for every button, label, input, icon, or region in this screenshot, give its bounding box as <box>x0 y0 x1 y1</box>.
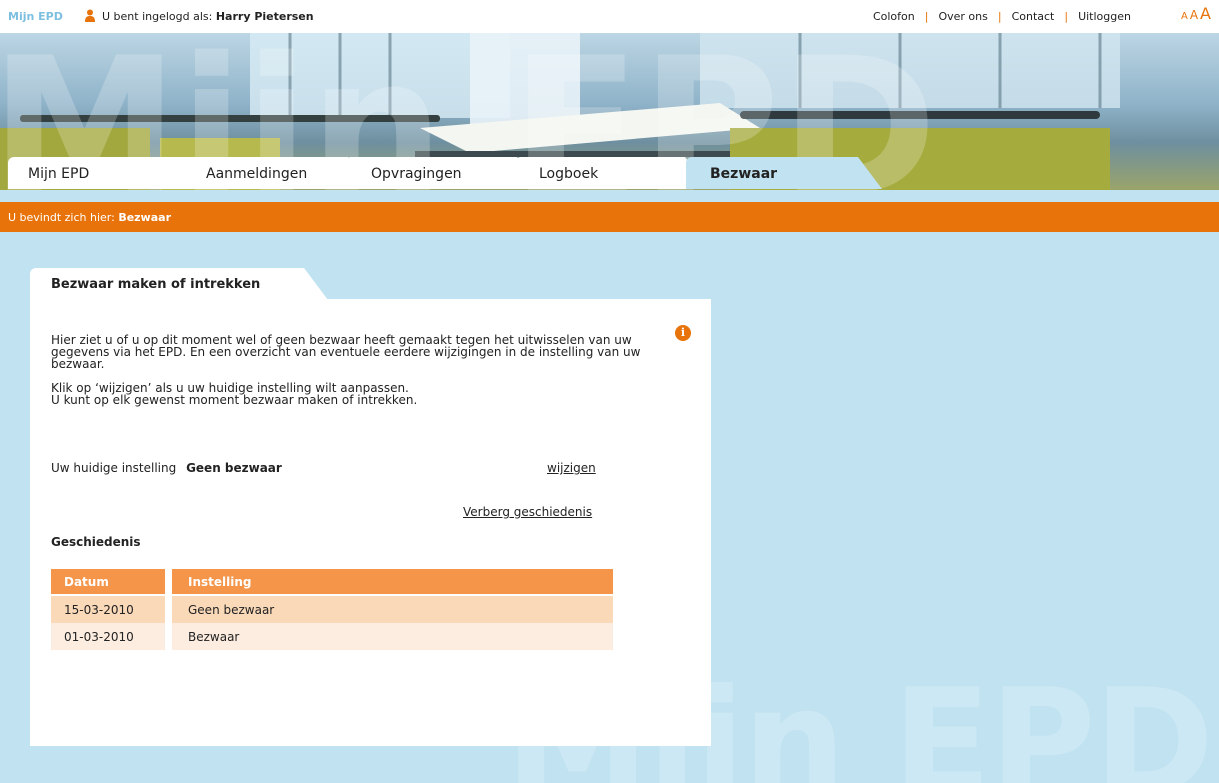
column-header-instelling: Instelling <box>172 569 613 594</box>
intro-line: U kunt op elk gewenst moment bezwaar mak… <box>51 393 418 407</box>
intro-text: Hier ziet u of u op dit moment wel of ge… <box>51 334 661 406</box>
tab-aanmeldingen[interactable]: Aanmeldingen <box>178 157 348 189</box>
user-icon <box>85 9 95 22</box>
tab-logboek[interactable]: Logboek <box>515 157 685 189</box>
breadcrumb-prefix: U bevindt zich hier: <box>8 211 115 224</box>
table-cell-setting: Bezwaar <box>172 623 613 650</box>
separator: | <box>924 10 929 23</box>
user-name: Harry Pietersen <box>215 10 314 23</box>
intro-paragraph: Klik op ‘wijzigen’ als u uw huidige inst… <box>51 382 661 406</box>
main-tabs: Mijn EPD Aanmeldingen Opvragingen Logboe… <box>0 155 1219 189</box>
info-icon[interactable]: i <box>675 325 691 341</box>
breadcrumb: U bevindt zich hier: Bezwaar <box>0 202 1219 232</box>
brand-label[interactable]: Mijn EPD <box>8 10 63 23</box>
history-table: Datum Instelling 15-03-2010 Geen bezwaar… <box>51 569 613 650</box>
link-contact[interactable]: Contact <box>1012 10 1055 23</box>
tab-bezwaar[interactable]: Bezwaar <box>686 157 858 189</box>
font-size-switcher: A A A <box>1181 4 1211 23</box>
tab-label: Mijn EPD <box>28 166 90 182</box>
font-size-medium-button[interactable]: A <box>1190 8 1198 22</box>
font-size-small-button[interactable]: A <box>1181 11 1188 22</box>
current-setting-value: Geen bezwaar <box>186 461 282 475</box>
table-row: 01-03-2010 Bezwaar <box>51 623 613 650</box>
breadcrumb-current: Bezwaar <box>118 211 171 224</box>
separator: | <box>1064 10 1069 23</box>
separator: | <box>997 10 1002 23</box>
link-colofon[interactable]: Colofon <box>873 10 915 23</box>
tab-mijn-epd[interactable]: Mijn EPD <box>8 157 188 189</box>
link-over-ons[interactable]: Over ons <box>938 10 987 23</box>
logged-in-text: U bent ingelogd als: Harry Pietersen <box>102 10 314 23</box>
current-setting-label: Uw huidige instelling <box>51 461 177 475</box>
top-links: Colofon | Over ons | Contact | Uitloggen <box>873 10 1131 23</box>
tab-label: Logboek <box>539 166 599 182</box>
table-row: 15-03-2010 Geen bezwaar <box>51 596 613 623</box>
tab-label: Bezwaar <box>710 166 778 182</box>
change-link[interactable]: wijzigen <box>547 461 596 475</box>
tab-label: Opvragingen <box>371 166 462 182</box>
bezwaar-panel: i Hier ziet u of u op dit moment wel of … <box>30 299 711 746</box>
current-setting-row: Uw huidige instelling Geen bezwaar <box>51 461 601 475</box>
history-title: Geschiedenis <box>51 535 141 549</box>
table-cell-date: 01-03-2010 <box>51 623 165 650</box>
column-header-datum: Datum <box>51 569 165 594</box>
logged-in-prefix: U bent ingelogd als: <box>102 10 213 23</box>
tab-opvragingen[interactable]: Opvragingen <box>345 157 517 189</box>
top-bar: Mijn EPD U bent ingelogd als: Harry Piet… <box>0 0 1219 33</box>
tab-label: Aanmeldingen <box>206 166 308 182</box>
font-size-large-button[interactable]: A <box>1200 4 1211 23</box>
hide-history-link[interactable]: Verberg geschiedenis <box>463 505 592 519</box>
table-cell-setting: Geen bezwaar <box>172 596 613 623</box>
table-header-row: Datum Instelling <box>51 569 613 594</box>
panel-title: Bezwaar maken of intrekken <box>30 268 302 300</box>
table-cell-date: 15-03-2010 <box>51 596 165 623</box>
intro-paragraph: Hier ziet u of u op dit moment wel of ge… <box>51 333 641 371</box>
link-uitloggen[interactable]: Uitloggen <box>1078 10 1131 23</box>
